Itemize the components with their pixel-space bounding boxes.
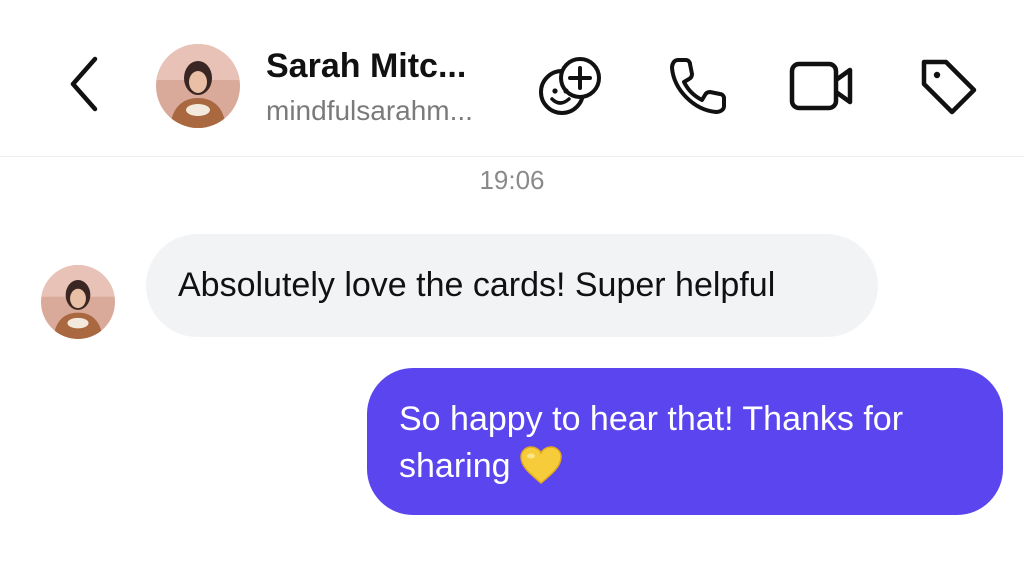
label-button[interactable]: [912, 50, 984, 122]
message-timestamp: 19:06: [479, 165, 545, 195]
message-text: Absolutely love the cards! Super helpful: [178, 266, 776, 304]
video-call-button[interactable]: [786, 50, 858, 122]
avatar[interactable]: [156, 44, 240, 128]
yellow-heart-icon: [519, 445, 563, 498]
face-effects-icon: [539, 57, 601, 115]
contact-handle: mindfulsarahm...: [266, 95, 473, 126]
call-button[interactable]: [662, 50, 734, 122]
chat-header: Sarah Mitc... mindfulsarahm...: [0, 0, 1024, 157]
sender-avatar[interactable]: [41, 265, 115, 339]
contact-info[interactable]: Sarah Mitc... mindfulsarahm...: [266, 44, 526, 130]
outgoing-message-bubble[interactable]: So happy to hear that! Thanks for sharin…: [367, 368, 1003, 515]
phone-icon: [670, 58, 726, 114]
incoming-message-bubble[interactable]: Absolutely love the cards! Super helpful: [146, 234, 878, 337]
chat-screen: Sarah Mitc... mindfulsarahm... 19:06 Abs…: [0, 0, 1024, 565]
tag-icon: [921, 59, 977, 115]
chevron-left-icon: [70, 56, 98, 112]
back-button[interactable]: [56, 52, 112, 116]
message-text: So happy to hear that! Thanks for sharin…: [399, 400, 904, 485]
video-camera-icon: [789, 61, 853, 111]
contact-name: Sarah Mitc...: [266, 47, 467, 85]
effects-button[interactable]: [535, 50, 607, 122]
